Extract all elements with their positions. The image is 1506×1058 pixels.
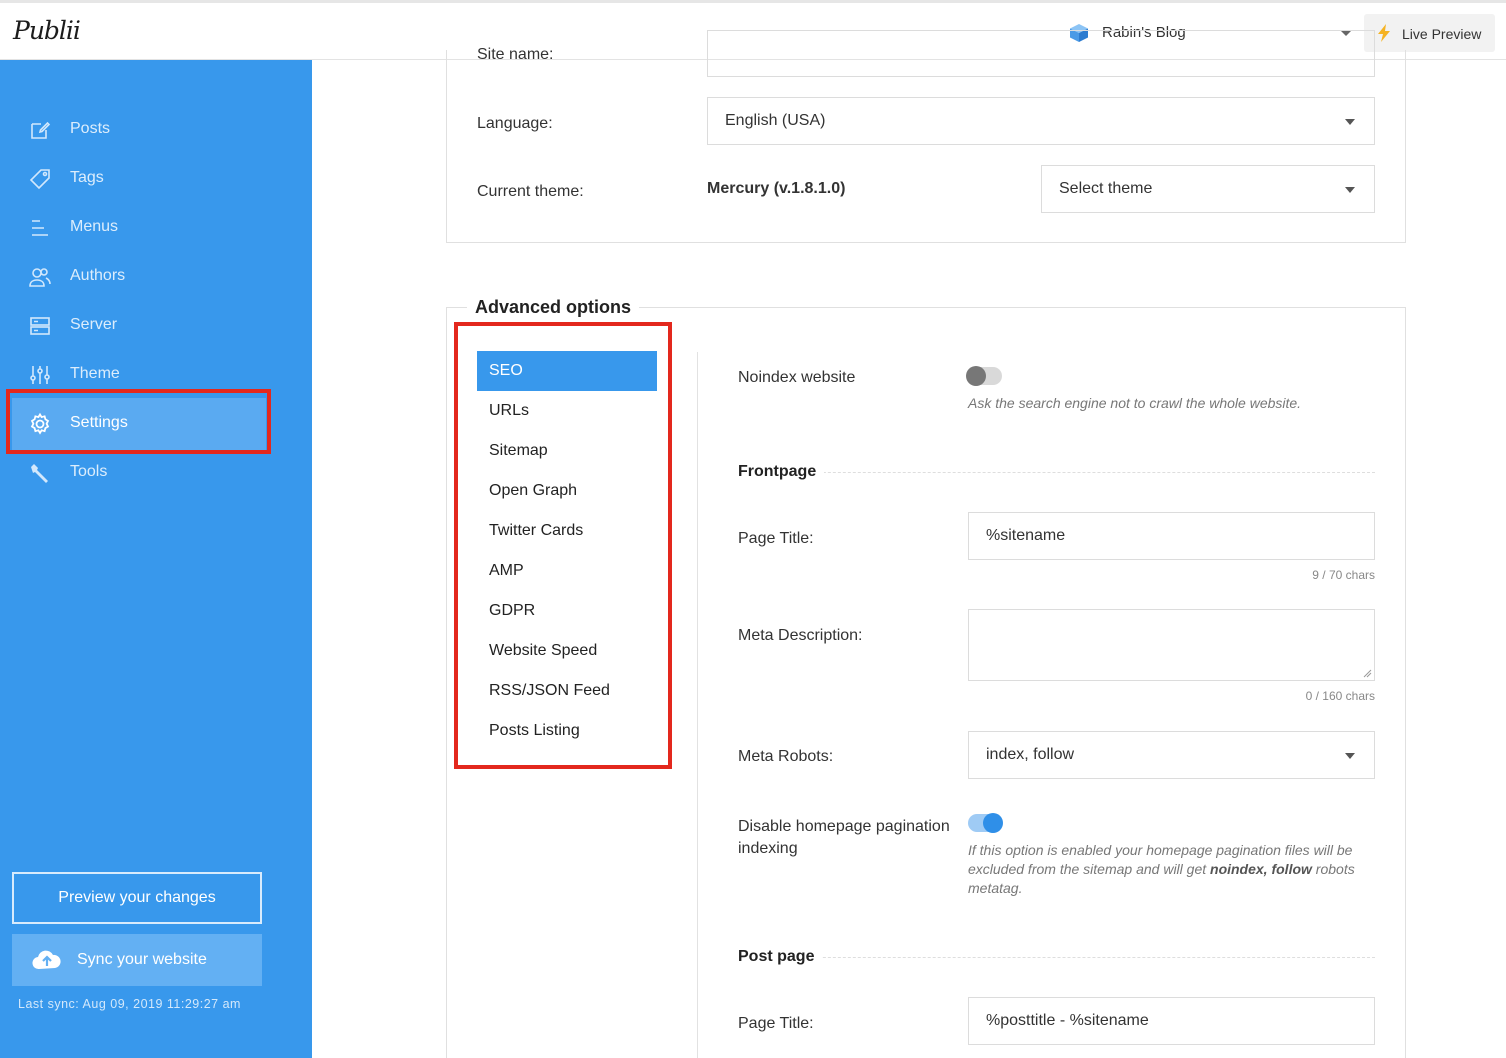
post-page-section-title: Post page xyxy=(738,948,823,966)
frontpage-page-title-input[interactable]: %sitename xyxy=(968,512,1375,560)
site-name-input[interactable] xyxy=(707,30,1375,77)
tag-icon xyxy=(29,169,50,190)
wrench-icon xyxy=(31,464,48,483)
cloud-upload-icon xyxy=(32,950,61,970)
tabs-highlight-frame xyxy=(454,322,672,769)
tabs-divider xyxy=(697,352,698,1058)
edit-icon xyxy=(31,121,51,139)
noindex-label: Noindex website xyxy=(738,369,856,386)
basic-settings-panel xyxy=(446,50,1406,243)
frontpage-section-title: Frontpage xyxy=(738,463,825,481)
theme-label: Current theme: xyxy=(477,183,584,200)
sidebar-item-label: Server xyxy=(70,316,118,333)
sidebar-item-label: Posts xyxy=(70,120,111,137)
language-select[interactable]: English (USA) xyxy=(707,97,1375,145)
caret-down-icon xyxy=(1345,119,1355,125)
meta-description-label: Meta Description: xyxy=(738,627,863,644)
server-icon xyxy=(30,317,50,335)
language-label: Language: xyxy=(477,115,553,132)
page-title-char-counter: 9 / 70 chars xyxy=(1312,568,1375,582)
current-theme-value: Mercury (v.1.8.1.0) xyxy=(707,180,846,197)
sync-label: Sync your website xyxy=(77,951,207,968)
meta-robots-value: index, follow xyxy=(986,746,1075,763)
noindex-hint: Ask the search engine not to crawl the w… xyxy=(968,395,1302,411)
live-preview-button[interactable]: Live Preview xyxy=(1364,14,1495,52)
theme-select[interactable]: Select theme xyxy=(1041,165,1375,213)
meta-description-textarea[interactable] xyxy=(968,609,1375,681)
advanced-options-title: Advanced options xyxy=(467,297,640,318)
settings-highlight-frame xyxy=(6,389,271,454)
users-icon xyxy=(29,268,51,287)
input-value: %posttitle - %sitename xyxy=(986,1012,1149,1029)
post-page-title-input[interactable]: %posttitle - %sitename xyxy=(968,997,1375,1045)
sidebar-item-label: Theme xyxy=(70,365,120,382)
pagination-indexing-label: Disable homepage pagination indexing xyxy=(738,818,950,857)
menu-icon xyxy=(32,220,48,236)
meta-robots-label: Meta Robots: xyxy=(738,748,834,765)
sidebar-item-authors[interactable]: Authors xyxy=(12,251,266,303)
sidebar-item-label: Tags xyxy=(70,169,104,186)
sidebar-item-tags[interactable]: Tags xyxy=(12,153,266,205)
live-preview-label: Live Preview xyxy=(1402,26,1482,42)
sidebar-item-label: Authors xyxy=(70,267,126,284)
language-value: English (USA) xyxy=(725,112,826,129)
toggle-knob xyxy=(983,813,1003,833)
preview-changes-button[interactable]: Preview your changes xyxy=(12,872,262,924)
frontpage-page-title-label: Page Title: xyxy=(738,530,814,547)
lightning-icon xyxy=(1378,24,1390,42)
site-name-label: Site name: xyxy=(477,46,554,63)
sidebar-item-server[interactable]: Server xyxy=(12,300,266,352)
meta-robots-select[interactable]: index, follow xyxy=(968,731,1375,779)
noindex-toggle[interactable] xyxy=(966,366,1002,386)
sync-website-button[interactable]: Sync your website xyxy=(12,934,262,986)
sidebar-item-menus[interactable]: Menus xyxy=(12,202,266,254)
last-sync-text: Last sync: Aug 09, 2019 11:29:27 am xyxy=(18,997,241,1011)
sliders-icon xyxy=(30,366,50,384)
sidebar-item-tools[interactable]: Tools xyxy=(12,447,266,499)
post-page-title-label: Page Title: xyxy=(738,1015,814,1032)
toggle-knob xyxy=(966,366,986,386)
pagination-indexing-toggle[interactable] xyxy=(968,813,1003,833)
app-logo: Publii xyxy=(13,16,81,45)
section-divider xyxy=(738,957,1375,958)
sidebar-item-label: Menus xyxy=(70,218,119,235)
pagination-hint-bold: noindex, follow xyxy=(1210,861,1312,877)
resize-grip-icon[interactable] xyxy=(1363,669,1372,678)
caret-down-icon xyxy=(1345,753,1355,759)
theme-select-value: Select theme xyxy=(1059,180,1153,197)
sidebar-item-label: Tools xyxy=(70,463,108,480)
sidebar-item-posts[interactable]: Posts xyxy=(12,104,266,156)
meta-description-char-counter: 0 / 160 chars xyxy=(1305,689,1375,703)
main-content: Site name: Language: English (USA) Curre… xyxy=(312,30,1506,1058)
section-divider xyxy=(738,472,1375,473)
input-value: %sitename xyxy=(986,527,1066,544)
caret-down-icon xyxy=(1345,187,1355,193)
pagination-hint: If this option is enabled your homepage … xyxy=(968,841,1378,898)
